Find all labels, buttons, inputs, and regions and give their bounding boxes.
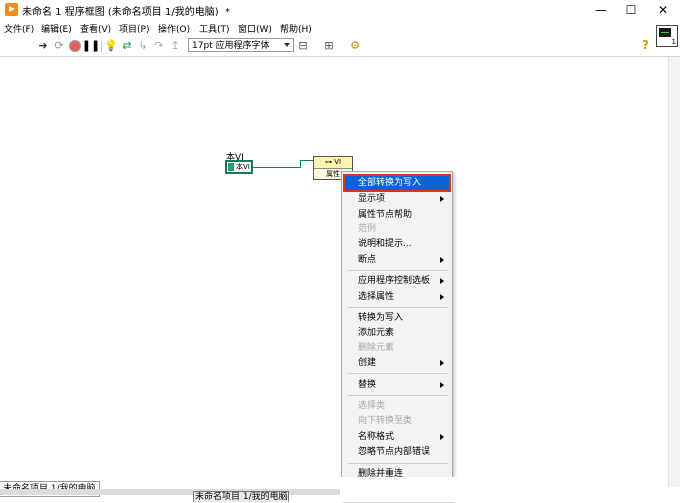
submenu-arrow-icon	[440, 360, 444, 366]
menu-edit[interactable]: 编辑(E)	[41, 22, 72, 35]
submenu-arrow-icon	[440, 196, 444, 202]
run-continuously-icon[interactable]: ⟳	[52, 39, 66, 53]
submenu-arrow-icon	[440, 257, 444, 263]
menu-separator	[348, 395, 448, 396]
vi-ref-text: 本VI	[236, 163, 250, 171]
submenu-arrow-icon	[440, 294, 444, 300]
menu-downcast-to-class: 向下转换至类	[358, 416, 413, 426]
menu-window[interactable]: 窗口(W)	[238, 22, 272, 35]
menu-change-to-write[interactable]: 转换为写入	[344, 310, 450, 326]
menu-visible-items[interactable]: 显示项	[344, 191, 450, 207]
menu-description-and-tip[interactable]: 说明和提示...	[344, 236, 450, 252]
horizontal-scrollbar[interactable]	[0, 489, 340, 495]
menu-app-control-palette[interactable]: 应用程序控制选板	[344, 273, 450, 289]
reorder-icon[interactable]: ⚙	[348, 39, 362, 53]
run-arrow-icon[interactable]: ➜	[36, 39, 50, 53]
submenu-arrow-icon	[440, 382, 444, 388]
vi-icon-number: 1	[671, 38, 676, 46]
vertical-scrollbar[interactable]	[668, 57, 680, 487]
menu-bar: 文件(F) 编辑(E) 查看(V) 项目(P) 操作(O) 工具(T) 窗口(W…	[0, 20, 680, 36]
property-node-header: ⊶ VI	[314, 157, 352, 169]
menu-file[interactable]: 文件(F)	[4, 22, 34, 35]
menu-remove-element: 删除元素	[358, 343, 395, 353]
menu-add-element[interactable]: 添加元素	[344, 325, 450, 341]
abort-icon[interactable]	[68, 39, 82, 53]
property-node-class: VI	[334, 158, 342, 166]
font-select[interactable]: 17pt 应用程序字体	[188, 38, 294, 52]
font-select-value: 17pt 应用程序字体	[192, 41, 270, 51]
menu-separator	[348, 307, 448, 308]
labview-app-icon	[5, 3, 18, 16]
step-out-icon[interactable]: ↥	[168, 39, 182, 53]
context-help-icon[interactable]: ?	[642, 38, 649, 52]
distribute-objects-icon[interactable]: ⊞	[322, 39, 336, 53]
close-button[interactable]: ✕	[648, 0, 678, 20]
menu-convert-all-to-write[interactable]: 全部转换为写入	[343, 174, 451, 192]
menu-name-format[interactable]: 名称格式	[344, 429, 450, 445]
pause-icon[interactable]: ❚❚	[82, 39, 100, 53]
window-title: 未命名 1 程序框图 (未命名项目 1/我的电脑) *	[22, 7, 230, 18]
menu-project[interactable]: 项目(P)	[119, 22, 149, 35]
menu-separator	[348, 463, 448, 464]
reference-wire[interactable]	[253, 167, 301, 168]
menu-separator	[348, 373, 448, 374]
minimize-button[interactable]: —	[586, 0, 616, 20]
toolbar: ➜ ⟳ ❚❚ 💡 ⇄ ↳ ↷ ↥ ⊟ ⊞ ⚙	[0, 36, 680, 57]
menu-separator	[348, 270, 448, 271]
menu-examples: 范例	[358, 224, 377, 234]
context-menu: 全部转换为写入 显示项 属性节点帮助 范例 说明和提示... 断点 应用程序控制…	[341, 171, 453, 502]
retain-wire-values-icon[interactable]: ⇄	[120, 39, 134, 53]
chevron-down-icon	[284, 43, 290, 47]
menu-tools[interactable]: 工具(T)	[199, 22, 230, 35]
title-bar: 未命名 1 程序框图 (未命名项目 1/我的电脑) * — ☐ ✕	[0, 0, 680, 20]
reference-wire-end[interactable]	[300, 160, 314, 161]
vi-icon[interactable]: 1	[656, 25, 678, 47]
block-diagram-canvas[interactable]	[0, 57, 668, 477]
menu-ignore-errors-inside-node[interactable]: 忽略节点内部错误	[344, 444, 450, 460]
step-over-icon[interactable]: ↷	[152, 39, 166, 53]
menu-select-class: 选择类	[358, 401, 386, 411]
menu-operate[interactable]: 操作(O)	[158, 22, 190, 35]
this-vi-reference[interactable]: 本VI	[225, 160, 253, 174]
menu-select-property[interactable]: 选择属性	[344, 289, 450, 305]
menu-view[interactable]: 查看(V)	[80, 22, 111, 35]
submenu-arrow-icon	[440, 278, 444, 284]
project-path-tab[interactable]: 未命名项目 1/我的电脑	[193, 491, 289, 502]
reference-wire-vertical[interactable]	[300, 160, 301, 168]
menu-create[interactable]: 创建	[344, 355, 450, 371]
menu-help[interactable]: 帮助(H)	[280, 22, 312, 35]
highlight-execution-icon[interactable]: 💡	[104, 39, 118, 53]
menu-replace[interactable]: 替换	[344, 377, 450, 393]
vi-ref-icon	[228, 163, 234, 171]
toolbar-separator	[101, 40, 102, 52]
submenu-arrow-icon	[440, 434, 444, 440]
menu-breakpoint[interactable]: 断点	[344, 252, 450, 268]
step-into-icon[interactable]: ↳	[136, 39, 150, 53]
align-objects-icon[interactable]: ⊟	[296, 39, 310, 53]
vi-icon-graphic	[659, 28, 671, 37]
maximize-button[interactable]: ☐	[616, 0, 646, 20]
